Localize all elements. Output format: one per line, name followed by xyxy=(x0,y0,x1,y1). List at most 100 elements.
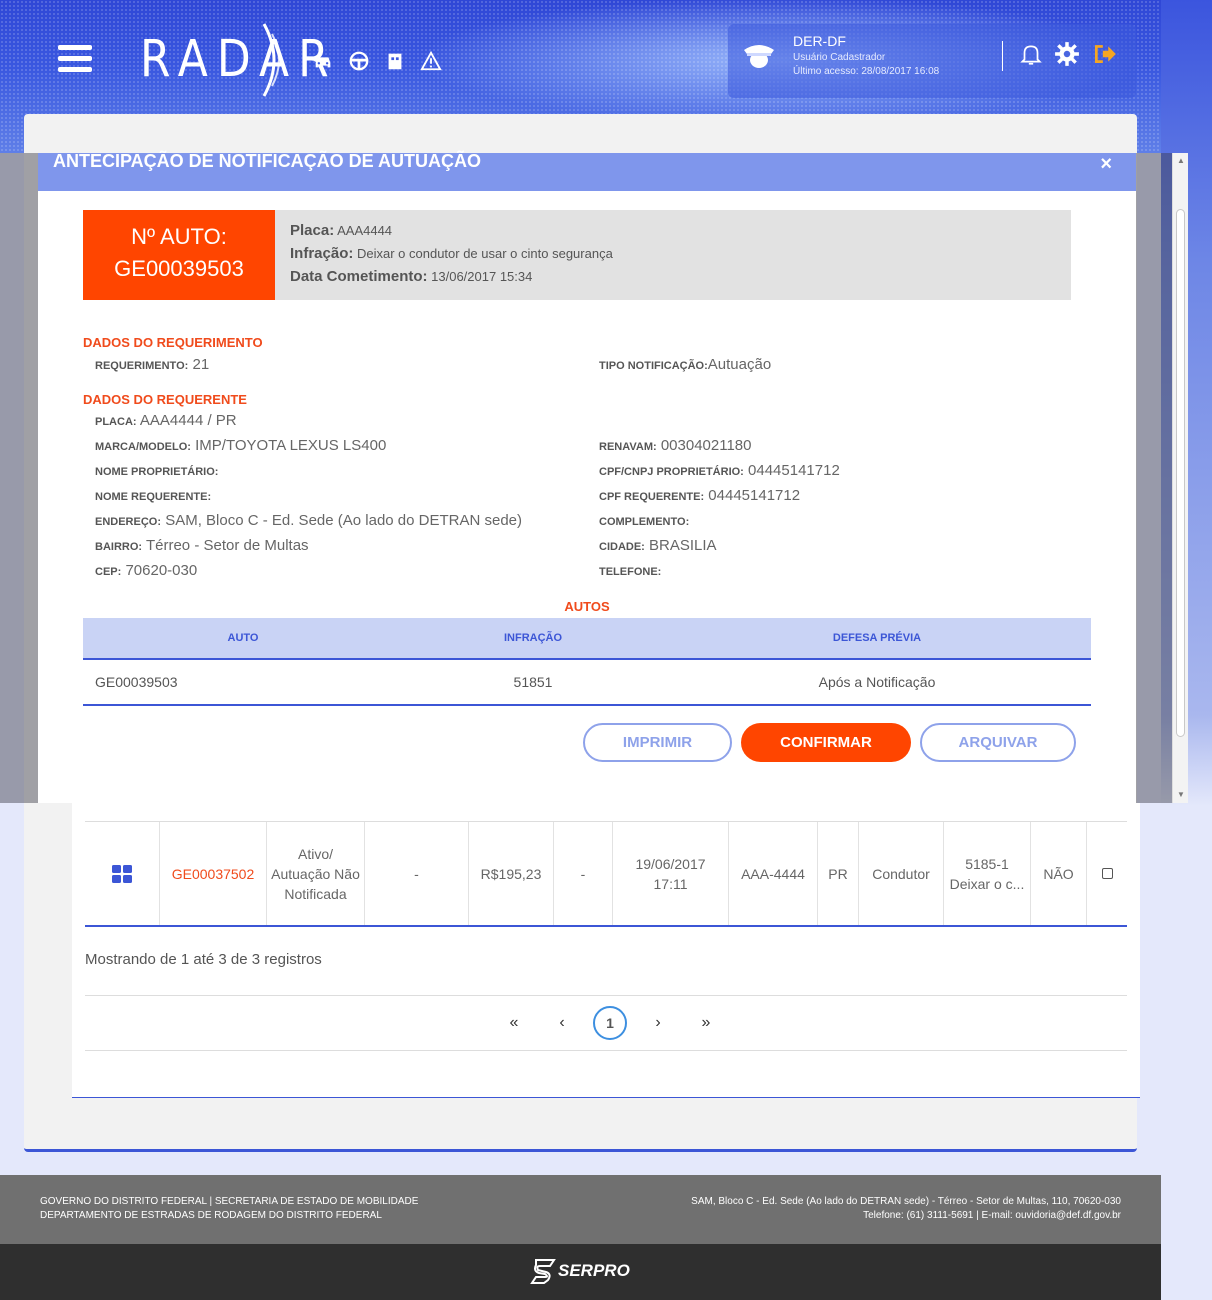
field-label: ENDEREÇO: xyxy=(95,516,162,528)
field-label: COMPLEMENTO: xyxy=(599,516,690,528)
scrollbar-thumb[interactable] xyxy=(1176,209,1185,737)
footer: GOVERNO DO DISTRITO FEDERAL | SECRETARIA… xyxy=(0,1175,1161,1244)
user-role: Usuário Cadastrador xyxy=(793,52,886,63)
autos-table-header: AUTO INFRAÇÃO DEFESA PRÉVIA xyxy=(83,618,1091,660)
footer-line: DEPARTAMENTO DE ESTRADAS DE RODAGEM DO D… xyxy=(40,1210,382,1221)
row-select[interactable] xyxy=(1087,822,1127,925)
field-label: TIPO NOTIFICAÇÃO: xyxy=(599,360,708,372)
autos-table: AUTO INFRAÇÃO DEFESA PRÉVIA GE00039503 5… xyxy=(83,618,1091,706)
complemento-field: COMPLEMENTO: xyxy=(599,512,689,529)
bell-icon[interactable] xyxy=(1018,41,1044,67)
field-label: CIDADE: xyxy=(599,541,645,553)
field-value: Autuação xyxy=(707,356,772,373)
scroll-up-icon[interactable]: ▲ xyxy=(1177,156,1185,165)
table-row: GE00039503 51851 Após a Notificação xyxy=(83,660,1091,706)
placa-label: Placa: xyxy=(290,222,335,239)
archive-button[interactable]: ARQUIVAR xyxy=(920,723,1076,762)
column-header-auto[interactable]: AUTO xyxy=(83,618,403,658)
field-value: 70620-030 xyxy=(125,562,198,579)
grid-icon[interactable] xyxy=(112,864,132,883)
user-name: DER-DF xyxy=(793,33,846,49)
cpf-requerente-field: CPF REQUERENTE: 04445141712 xyxy=(599,487,800,504)
field-label: REQUERIMENTO: xyxy=(95,360,189,372)
gear-icon[interactable] xyxy=(1054,41,1080,67)
tipo-field: TIPO NOTIFICAÇÃO:Autuação xyxy=(599,356,771,373)
data-label: Data Cometimento: xyxy=(290,268,428,285)
car-icon[interactable] xyxy=(312,50,334,72)
table-row[interactable]: GE00037502 Ativo/ Autuação Não Notificad… xyxy=(85,821,1127,927)
divider xyxy=(85,995,1127,996)
last-page-button[interactable]: » xyxy=(682,1006,730,1040)
current-page-button[interactable]: 1 xyxy=(593,1006,627,1040)
field-value: 00304021180 xyxy=(660,437,752,454)
field-value: SAM, Bloco C - Ed. Sede (Ao lado do DETR… xyxy=(165,512,523,529)
first-page-button[interactable]: « xyxy=(490,1006,538,1040)
auto-number: GE00039503 xyxy=(114,256,244,281)
footer-brand-bar: SERPRO xyxy=(0,1244,1161,1300)
endereco-field: ENDEREÇO: SAM, Bloco C - Ed. Sede (Ao la… xyxy=(95,512,522,529)
bairro-field: BAIRRO: Térreo - Setor de Multas xyxy=(95,537,309,554)
scrollbar[interactable]: ▲ ▼ xyxy=(1172,153,1188,803)
renavam-field: RENAVAM: 00304021180 xyxy=(599,437,751,454)
placa-field: PLACA: AAA4444 / PR xyxy=(95,412,237,429)
column-header-infracao[interactable]: INFRAÇÃO xyxy=(403,618,663,658)
results-table-panel: GE00037502 Ativo/ Autuação Não Notificad… xyxy=(72,803,1140,1098)
status-cell: Ativo/ Autuação Não Notificada xyxy=(267,822,365,925)
confirm-button[interactable]: CONFIRMAR xyxy=(741,723,911,762)
nome-requerente-field: NOME REQUERENTE: xyxy=(95,487,211,504)
notification-modal: ANTECIPAÇÃO DE NOTIFICAÇÃO DE AUTUAÇÃO ×… xyxy=(38,151,1136,803)
autos-title: AUTOS xyxy=(564,599,610,614)
radar-logo-arc xyxy=(262,23,280,97)
infracao-cell: 51851 xyxy=(513,674,553,690)
uf-cell: PR xyxy=(818,822,859,925)
serpro-icon xyxy=(530,1259,556,1284)
plate-cell: AAA-4444 xyxy=(729,822,818,925)
scroll-down-icon[interactable]: ▼ xyxy=(1177,790,1185,799)
infracao-label: Infração: xyxy=(290,245,354,262)
cpf-cnpj-field: CPF/CNPJ PROPRIETÁRIO: 04445141712 xyxy=(599,462,840,479)
field-label: NOME PROPRIETÁRIO: xyxy=(95,466,219,478)
field-label: TELEFONE: xyxy=(599,566,662,578)
warning-icon[interactable] xyxy=(420,50,442,72)
row-checkbox[interactable] xyxy=(1101,868,1113,879)
footer-org: GOVERNO DO DISTRITO FEDERAL | SECRETARIA… xyxy=(40,1195,418,1223)
field-label: MARCA/MODELO: xyxy=(95,441,191,453)
prev-page-button[interactable]: ‹ xyxy=(538,1006,586,1040)
row-actions[interactable] xyxy=(85,822,160,925)
field-value: 21 xyxy=(192,356,210,373)
menu-icon[interactable] xyxy=(58,45,92,75)
field-value: 04445141712 xyxy=(708,487,801,504)
cell: - xyxy=(365,822,469,925)
last-access: Último acesso: 28/08/2017 16:08 xyxy=(793,66,940,77)
field-value: AAA4444 / PR xyxy=(139,412,237,429)
auto-cell: GE00039503 xyxy=(95,674,178,690)
requerimento-field: REQUERIMENTO: 21 xyxy=(95,356,209,373)
marca-field: MARCA/MODELO: IMP/TOYOTA LEXUS LS400 xyxy=(95,437,386,454)
auto-number-box: Nº AUTO: GE00039503 xyxy=(83,210,275,300)
records-info: Mostrando de 1 até 3 de 3 registros xyxy=(85,951,322,968)
field-label: NOME REQUERENTE: xyxy=(95,491,212,503)
user-panel: DER-DF Usuário Cadastrador Último acesso… xyxy=(728,24,1136,98)
field-label: CPF REQUERENTE: xyxy=(599,491,705,503)
field-label: RENAVAM: xyxy=(599,441,657,453)
field-label: CPF/CNPJ PROPRIETÁRIO: xyxy=(599,466,744,478)
type-cell: Condutor xyxy=(859,822,944,925)
print-button[interactable]: IMPRIMIR xyxy=(583,723,732,762)
field-label: BAIRRO: xyxy=(95,541,143,553)
next-page-button[interactable]: › xyxy=(634,1006,682,1040)
close-icon[interactable]: × xyxy=(1100,153,1112,176)
field-value: 04445141712 xyxy=(748,462,840,479)
logout-icon[interactable] xyxy=(1092,41,1118,67)
document-icon[interactable] xyxy=(384,50,406,72)
column-header-defesa[interactable]: DEFESA PRÉVIA xyxy=(663,618,1091,658)
section-title-requerimento: DADOS DO REQUERIMENTO xyxy=(83,335,263,350)
radar-logo[interactable]: RADAR xyxy=(140,30,338,89)
auto-link[interactable]: GE00037502 xyxy=(160,822,267,925)
steering-wheel-icon[interactable] xyxy=(348,50,370,72)
data-value: 13/06/2017 15:34 xyxy=(431,269,533,284)
pagination: « ‹ 1 › » xyxy=(490,1006,730,1040)
auto-label: Nº AUTO: xyxy=(131,224,227,249)
cell: - xyxy=(554,822,613,925)
footer-line: Telefone: (61) 3111-5691 | E-mail: ouvid… xyxy=(863,1210,1121,1221)
modal-title: ANTECIPAÇÃO DE NOTIFICAÇÃO DE AUTUAÇÃO xyxy=(53,151,481,171)
